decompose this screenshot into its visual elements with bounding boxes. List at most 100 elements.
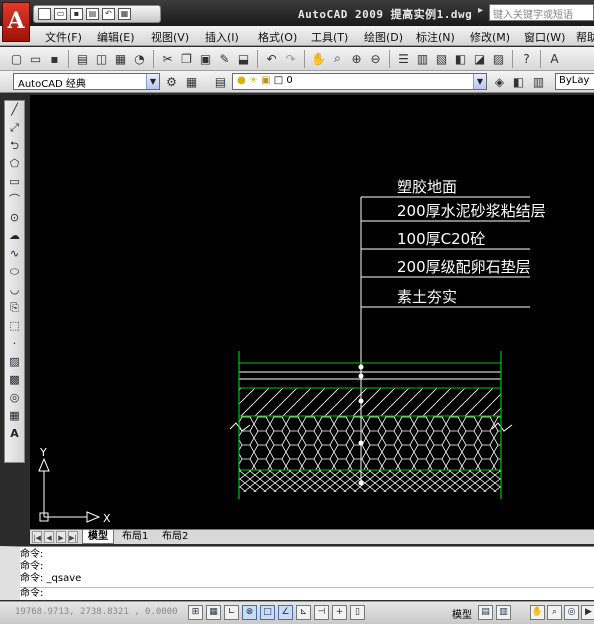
quick-view-layouts-icon[interactable]: ▤ (478, 605, 493, 620)
prev-tab-icon[interactable]: ◀ (44, 531, 54, 543)
showmotion-icon[interactable]: ▶ (581, 605, 594, 620)
redo-icon[interactable]: ↷ (282, 50, 299, 67)
polyline-icon[interactable]: ⮌ (5, 137, 24, 155)
dynamic-ucs-icon[interactable]: ⊾ (296, 605, 311, 620)
undo-icon[interactable]: ↶ (102, 8, 115, 20)
quickcalc-icon[interactable]: ▨ (490, 50, 507, 67)
menu-tools[interactable]: 工具(T) (311, 29, 348, 45)
undo-icon[interactable]: ↶ (263, 50, 280, 67)
spline-icon[interactable]: ∿ (5, 245, 24, 263)
layer-state-icon[interactable]: ▥ (530, 73, 547, 90)
menu-dimension[interactable]: 标注(N) (416, 29, 455, 45)
zoom-previous-icon[interactable]: ⊖ (367, 50, 384, 67)
info-center-arrow-icon[interactable]: ▸ (478, 5, 483, 16)
workspace-dropdown[interactable]: AutoCAD 经典 ▼ (13, 73, 160, 90)
open-icon[interactable]: ▭ (27, 50, 44, 67)
customize-icon[interactable]: ▦ (183, 73, 200, 90)
paste-icon[interactable]: ▣ (197, 50, 214, 67)
chevron-down-icon[interactable]: ▼ (473, 74, 486, 89)
help-icon[interactable]: ? (518, 50, 535, 67)
workspace-settings-icon[interactable]: ⚙ (163, 73, 180, 90)
copy-icon[interactable]: ❐ (178, 50, 195, 67)
open-file-icon[interactable]: ▭ (54, 8, 67, 20)
color-dropdown[interactable]: ByLay (555, 73, 594, 90)
tab-layout2[interactable]: 布局2 (157, 530, 193, 544)
design-center-icon[interactable]: ▥ (414, 50, 431, 67)
3d-dwf-icon[interactable]: ◔ (131, 50, 148, 67)
markup-icon[interactable]: ◪ (471, 50, 488, 67)
menu-help[interactable]: 帮助 (576, 29, 594, 45)
menu-view[interactable]: 视图(V) (151, 29, 189, 45)
layer-properties-icon[interactable]: ▤ (212, 73, 229, 90)
menu-window[interactable]: 窗口(W) (524, 29, 565, 45)
pan-icon[interactable]: ✋ (530, 605, 545, 620)
ellipse-arc-icon[interactable]: ◡ (5, 281, 24, 299)
application-menu-button[interactable]: A (2, 2, 30, 42)
menu-file[interactable]: 文件(F) (45, 29, 82, 45)
zoom-realtime-icon[interactable]: ⌕ (329, 50, 346, 67)
hatch-icon[interactable]: ▨ (5, 353, 24, 371)
first-tab-icon[interactable]: |◀ (32, 531, 42, 543)
chevron-down-icon[interactable]: ▼ (146, 74, 159, 89)
print-icon[interactable]: ▤ (86, 8, 99, 20)
help-search-input[interactable]: 键入关键字或短语 (489, 4, 594, 21)
layer-previous-icon[interactable]: ◧ (510, 73, 527, 90)
pan-icon[interactable]: ✋ (310, 50, 327, 67)
sheet-set-icon[interactable]: ◧ (452, 50, 469, 67)
tool-palettes-icon[interactable]: ▧ (433, 50, 450, 67)
zoom-icon[interactable]: ⌕ (547, 605, 562, 620)
cut-icon[interactable]: ✂ (159, 50, 176, 67)
arc-icon[interactable]: ⌒ (5, 191, 24, 209)
make-block-icon[interactable]: ⬚ (5, 317, 24, 335)
print-icon[interactable]: ▤ (74, 50, 91, 67)
table-icon[interactable]: ▦ (5, 407, 24, 425)
tab-layout1[interactable]: 布局1 (117, 530, 153, 544)
rectangle-icon[interactable]: ▭ (5, 173, 24, 191)
quick-properties-icon[interactable]: ▯ (350, 605, 365, 620)
construction-line-icon[interactable]: ⤢ (5, 119, 24, 137)
insert-block-icon[interactable]: ⎘ (5, 299, 24, 317)
command-window[interactable]: 命令: 命令: 命令: _qsave 命令: (0, 546, 594, 600)
region-icon[interactable]: ◎ (5, 389, 24, 407)
new-icon[interactable]: ▢ (8, 50, 25, 67)
make-current-layer-icon[interactable]: ◈ (491, 73, 508, 90)
new-file-icon[interactable] (38, 8, 51, 20)
gradient-icon[interactable]: ▩ (5, 371, 24, 389)
snap-mode-icon[interactable]: ⊞ (188, 605, 203, 620)
properties-icon[interactable]: ☰ (395, 50, 412, 67)
polygon-icon[interactable]: ⬠ (5, 155, 24, 173)
next-tab-icon[interactable]: ▶ (56, 531, 66, 543)
block-editor-icon[interactable]: ⬓ (235, 50, 252, 67)
save-icon[interactable]: ▪ (46, 50, 63, 67)
ellipse-icon[interactable]: ⬭ (5, 263, 24, 281)
line-icon[interactable]: ╱ (5, 101, 24, 119)
object-snap-tracking-icon[interactable]: ∠ (278, 605, 293, 620)
point-icon[interactable]: · (5, 335, 24, 353)
match-properties-icon[interactable]: ✎ (216, 50, 233, 67)
last-tab-icon[interactable]: ▶| (68, 531, 78, 543)
plot-icon[interactable]: ▦ (118, 8, 131, 20)
tab-model[interactable]: 模型 (82, 530, 114, 544)
menu-modify[interactable]: 修改(M) (470, 29, 510, 45)
save-icon[interactable]: ▪ (70, 8, 83, 20)
lineweight-icon[interactable]: + (332, 605, 347, 620)
model-space-label[interactable]: 模型 (452, 606, 472, 621)
quick-view-drawings-icon[interactable]: ▥ (496, 605, 511, 620)
revision-cloud-icon[interactable]: ☁ (5, 227, 24, 245)
publish-icon[interactable]: ▦ (112, 50, 129, 67)
multiline-text-icon[interactable]: A (5, 425, 24, 443)
command-input[interactable]: 命令: (20, 587, 594, 599)
object-snap-icon[interactable]: □ (260, 605, 275, 620)
menu-format[interactable]: 格式(O) (258, 29, 297, 45)
layer-dropdown[interactable]: ● ☀ ▣ □ 0 ▼ (232, 73, 487, 90)
menu-insert[interactable]: 插入(I) (205, 29, 239, 45)
print-preview-icon[interactable]: ◫ (93, 50, 110, 67)
zoom-window-icon[interactable]: ⊕ (348, 50, 365, 67)
text-style-icon[interactable]: A (546, 50, 563, 67)
menu-edit[interactable]: 编辑(E) (97, 29, 135, 45)
ortho-icon[interactable]: ∟ (224, 605, 239, 620)
circle-icon[interactable]: ⊙ (5, 209, 24, 227)
grid-icon[interactable]: ▦ (206, 605, 221, 620)
drawing-area[interactable]: 塑胶地面 200厚水泥砂浆粘结层 100厚C20砼 200厚级配卵石垫层 素土夯… (30, 95, 594, 529)
polar-tracking-icon[interactable]: ⊗ (242, 605, 257, 620)
